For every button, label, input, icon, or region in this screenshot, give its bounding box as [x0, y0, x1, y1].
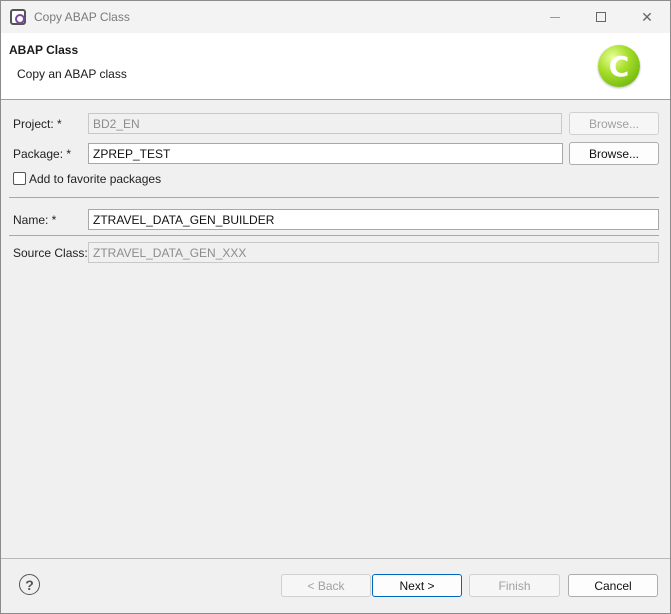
package-browse-button[interactable]: Browse... [569, 142, 659, 165]
package-label: Package: * [13, 147, 72, 161]
name-input[interactable]: ZTRAVEL_DATA_GEN_BUILDER [88, 209, 659, 230]
maximize-button[interactable] [578, 1, 624, 33]
close-button[interactable]: ✕ [624, 1, 670, 33]
source-class-label: Source Class: [13, 246, 88, 260]
project-label: Project: * [13, 117, 62, 131]
cancel-button[interactable]: Cancel [568, 574, 658, 597]
next-button[interactable]: Next > [372, 574, 462, 597]
source-class-field: ZTRAVEL_DATA_GEN_XXX [88, 242, 659, 263]
wizard-banner: ABAP Class Copy an ABAP class C [1, 33, 670, 100]
package-input[interactable]: ZPREP_TEST [88, 143, 563, 164]
window-title: Copy ABAP Class [34, 10, 130, 24]
project-browse-button: Browse... [569, 112, 659, 135]
favorite-packages-label[interactable]: Add to favorite packages [29, 172, 161, 186]
close-icon: ✕ [641, 8, 653, 25]
minimize-icon [550, 16, 560, 18]
finish-button: Finish [469, 574, 560, 597]
separator [9, 197, 659, 198]
minimize-button[interactable] [532, 1, 578, 33]
help-icon[interactable]: ? [19, 574, 40, 595]
title-bar: Copy ABAP Class ✕ [1, 1, 670, 33]
footer-separator [1, 558, 670, 559]
copy-abap-class-dialog: Copy ABAP Class ✕ ABAP Class Copy an ABA… [0, 0, 671, 614]
back-button: < Back [281, 574, 371, 597]
favorite-packages-checkbox[interactable] [13, 172, 26, 185]
banner-title: ABAP Class [9, 43, 79, 57]
project-field: BD2_EN [88, 113, 562, 134]
eclipse-app-icon [10, 9, 26, 25]
separator [9, 235, 659, 236]
banner-description: Copy an ABAP class [17, 67, 127, 81]
maximize-icon [596, 12, 606, 22]
abap-class-icon: C [598, 45, 640, 87]
name-label: Name: * [13, 213, 57, 227]
